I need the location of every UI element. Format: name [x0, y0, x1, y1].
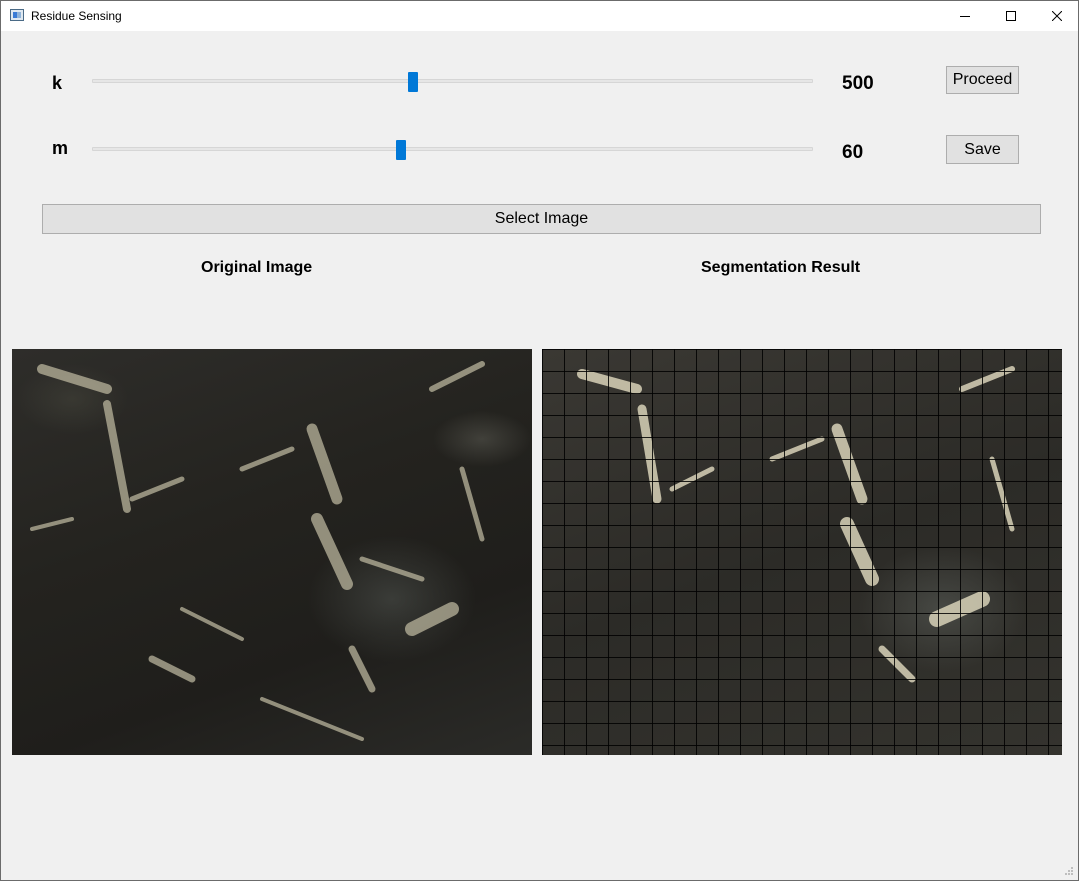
- select-image-button[interactable]: Select Image: [42, 204, 1041, 234]
- minimize-button[interactable]: [942, 1, 988, 31]
- app-icon: [10, 9, 24, 21]
- proceed-button[interactable]: Proceed: [946, 66, 1019, 94]
- m-value: 60: [842, 142, 864, 163]
- k-slider-track[interactable]: [92, 79, 813, 83]
- app-window: Residue Sensing k 500 Proceed m 60 Save …: [0, 0, 1079, 881]
- k-label: k: [52, 73, 63, 93]
- residue-straw-overlay: [30, 361, 485, 741]
- segmentation-result-image: [542, 349, 1062, 755]
- maximize-button[interactable]: [988, 1, 1034, 31]
- maximize-icon: [1006, 11, 1016, 21]
- minimize-icon: [960, 16, 970, 17]
- window-title: Residue Sensing: [31, 9, 122, 23]
- m-slider-handle[interactable]: [395, 140, 406, 160]
- m-slider-track[interactable]: [92, 147, 813, 151]
- m-label: m: [52, 138, 69, 158]
- resize-grip-icon[interactable]: [1064, 866, 1074, 876]
- close-button[interactable]: [1034, 1, 1079, 31]
- original-image: [12, 349, 532, 755]
- superpixel-boundaries: [542, 349, 1062, 755]
- close-icon: [1052, 11, 1062, 21]
- k-slider-handle[interactable]: [407, 72, 418, 92]
- original-image-heading: Original Image: [201, 259, 313, 276]
- title-bar[interactable]: Residue Sensing: [1, 1, 1078, 31]
- save-button[interactable]: Save: [946, 135, 1019, 164]
- segmentation-result-heading: Segmentation Result: [701, 259, 861, 276]
- k-value: 500: [842, 73, 874, 94]
